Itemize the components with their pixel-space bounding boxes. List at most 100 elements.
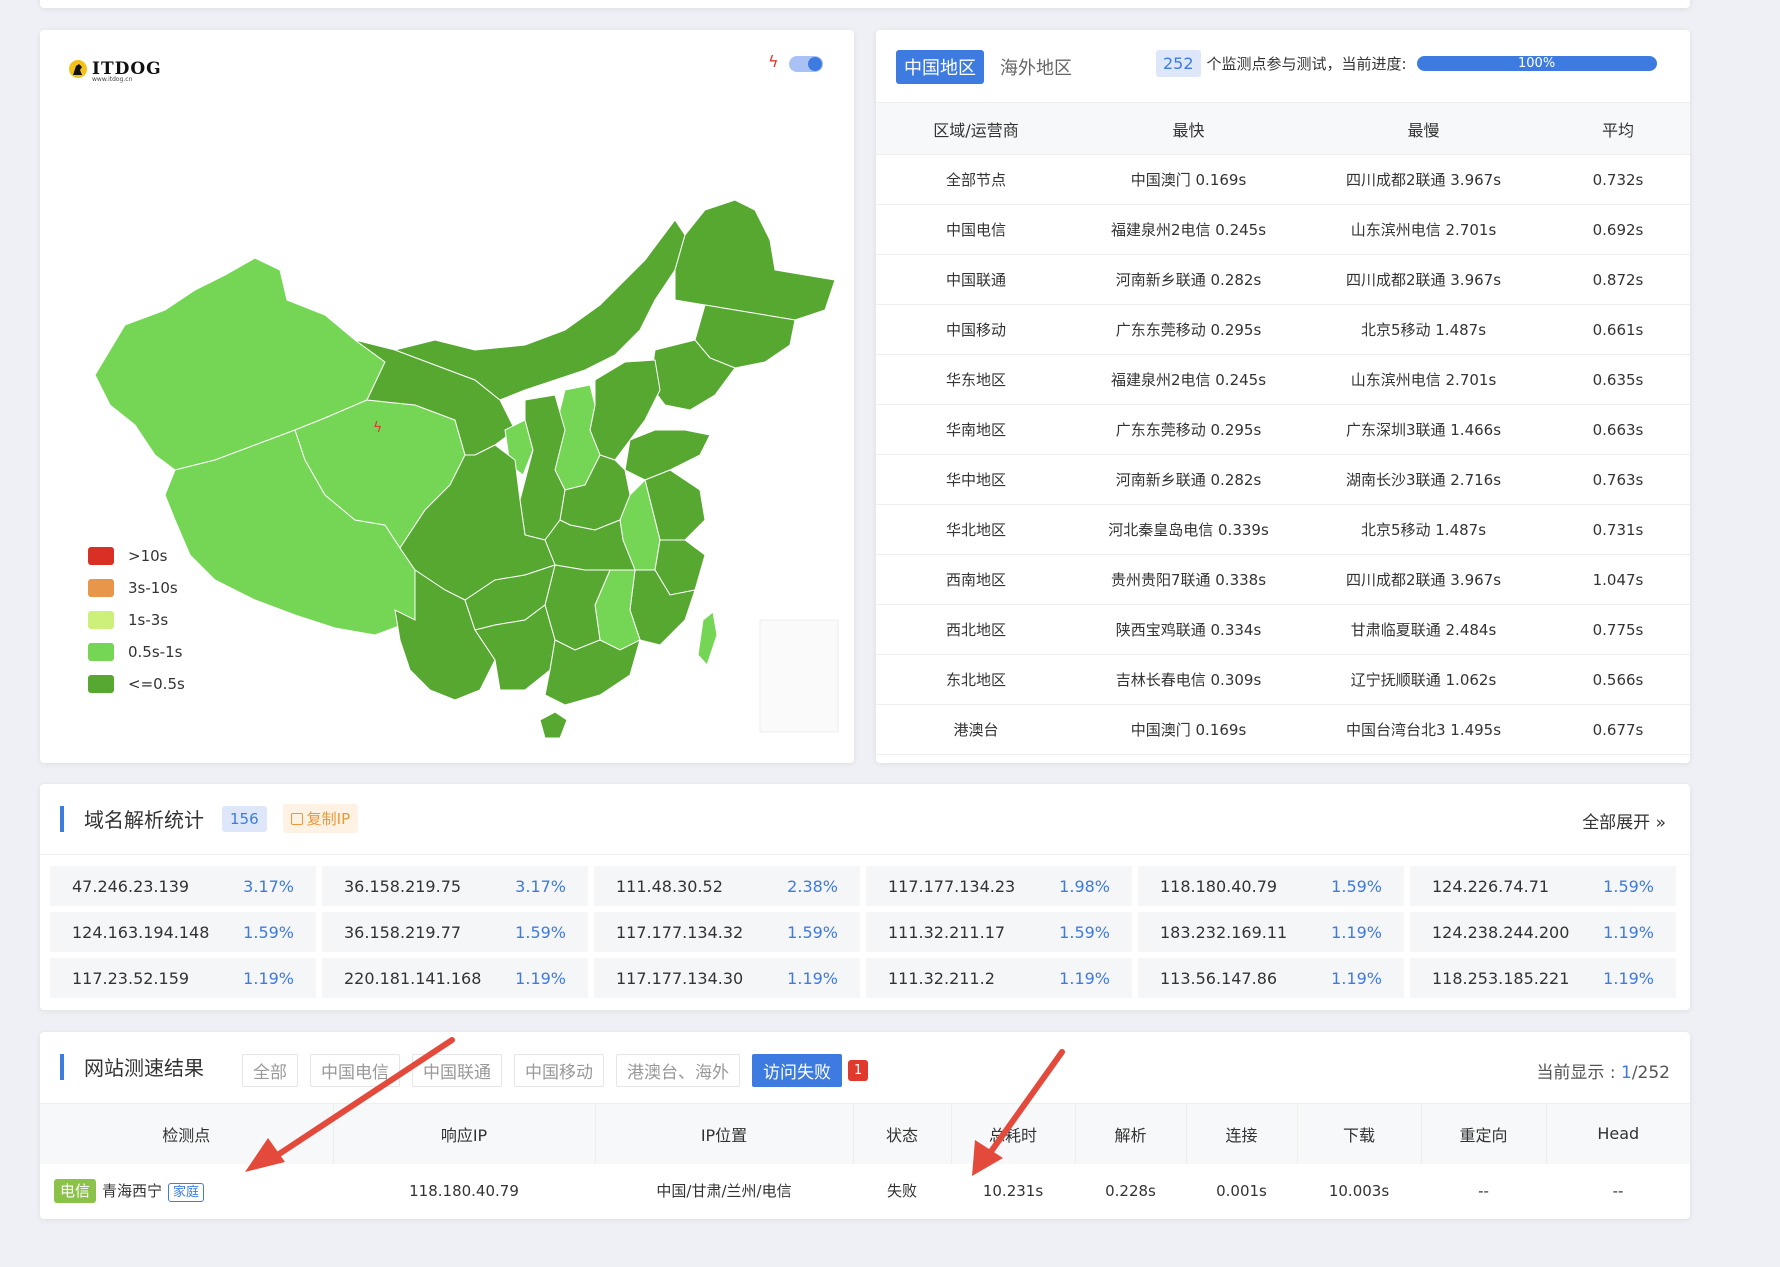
fastest-cell: 福建泉州2电信 0.245s: [1076, 354, 1301, 405]
dns-title: 域名解析统计: [84, 808, 204, 832]
dns-item[interactable]: 220.181.141.168 1.19%: [322, 958, 588, 998]
fastest-cell: 陕西宝鸡联通 0.334s: [1076, 604, 1301, 655]
dns-item[interactable]: 111.48.30.52 2.38%: [594, 866, 860, 906]
result-header: 网站测速结果: [60, 1052, 204, 1081]
dns-item[interactable]: 117.177.134.30 1.19%: [594, 958, 860, 998]
toggle-knob: [808, 57, 822, 71]
region-taiwan[interactable]: [697, 611, 718, 666]
filter-tabs: 全部 中国电信 中国联通 中国移动 港澳台、海外 访问失败 1: [242, 1054, 869, 1087]
slowest-cell: 广东深圳3联通 1.466s: [1301, 404, 1546, 455]
average-cell: 0.635s: [1546, 354, 1690, 405]
table-header-row: 区域/运营商 最快 最慢 平均: [876, 102, 1690, 155]
status: 失败: [886, 1182, 917, 1200]
dns-item[interactable]: 118.253.185.221 1.19%: [1410, 958, 1676, 998]
total-time: 10.231s: [982, 1181, 1044, 1200]
region-guangdong[interactable]: [544, 639, 641, 706]
table-row: 华东地区 福建泉州2电信 0.245s 山东滨州电信 2.701s 0.635s: [876, 354, 1690, 405]
home-tag: 家庭: [168, 1183, 205, 1202]
filter-all[interactable]: 全部: [242, 1054, 298, 1087]
dns-ip: 118.180.40.79: [1160, 876, 1278, 896]
dns-percent: 3.17%: [243, 876, 294, 896]
chevron-down-icon: »: [1655, 813, 1666, 833]
region-cell: 华南地区: [876, 404, 1076, 455]
tab-china[interactable]: 中国地区: [896, 50, 984, 84]
failed-count-badge: 1: [848, 1060, 869, 1081]
col-node: 检测点: [40, 1103, 334, 1164]
dns-percent: 1.59%: [1331, 876, 1382, 896]
region-cell: 中国电信: [876, 204, 1076, 255]
dns-item[interactable]: 111.32.211.17 1.59%: [866, 912, 1132, 952]
expand-all-label: 全部展开: [1582, 813, 1651, 833]
copy-ip-button[interactable]: 复制IP: [282, 804, 359, 833]
dns-item[interactable]: 111.32.211.2 1.19%: [866, 958, 1132, 998]
dns-item[interactable]: 118.180.40.79 1.59%: [1138, 866, 1404, 906]
dns-percent: 2.38%: [787, 876, 838, 896]
section-accent-bar: [60, 805, 64, 832]
node-cell: 电信 青海西宁 家庭: [40, 1164, 333, 1218]
region-heilongjiang[interactable]: [674, 199, 836, 321]
dns-percent: 1.59%: [787, 922, 838, 942]
average-cell: 0.775s: [1546, 604, 1690, 655]
region-cell: 东北地区: [876, 654, 1076, 705]
fastest-cell: 福建泉州2电信 0.245s: [1076, 204, 1301, 255]
slowest-cell: 四川成都2联通 3.967s: [1301, 554, 1546, 605]
previous-card-edge: [40, 0, 1690, 8]
dns-ip: 124.238.244.200: [1432, 922, 1570, 942]
region-cell: 华中地区: [876, 454, 1076, 505]
legend-item: 0.5s-1s: [88, 636, 185, 668]
dns-item[interactable]: 47.246.23.139 3.17%: [50, 866, 316, 906]
dns-percent: 1.59%: [515, 922, 566, 942]
slowest-cell: 北京5移动 1.487s: [1301, 304, 1546, 355]
table-row[interactable]: 电信 青海西宁 家庭 118.180.40.79 中国/甘肃/兰州/电信 失败 10…: [40, 1164, 1690, 1218]
slowest-cell: 甘肃临夏联通 2.484s: [1301, 604, 1546, 655]
dns-header: 域名解析统计 156 复制IP: [60, 804, 359, 833]
fastest-cell: 广东东莞移动 0.295s: [1076, 404, 1301, 455]
table-row: 西北地区 陕西宝鸡联通 0.334s 甘肃临夏联通 2.484s 0.775s: [876, 604, 1690, 655]
dns-item[interactable]: 117.23.52.159 1.19%: [50, 958, 316, 998]
slowest-cell: 中国台湾台北3 1.495s: [1301, 704, 1546, 755]
copy-ip-label: 复制IP: [306, 810, 351, 828]
itdog-logo: ITDOG www.itdog.cn: [68, 58, 162, 83]
dns-item[interactable]: 183.232.169.11 1.19%: [1138, 912, 1404, 952]
lightning-icon[interactable]: ϟ: [768, 52, 779, 71]
dns-item[interactable]: 124.238.244.200 1.19%: [1410, 912, 1676, 952]
dns-ip: 117.177.134.32: [616, 922, 744, 942]
redirect-time: --: [1478, 1181, 1489, 1200]
expand-all-button[interactable]: 全部展开 »: [1582, 808, 1666, 833]
legend-item: >10s: [88, 540, 185, 572]
dns-item[interactable]: 36.158.219.77 1.59%: [322, 912, 588, 952]
filter-mobile[interactable]: 中国移动: [514, 1054, 604, 1087]
dns-item[interactable]: 117.177.134.23 1.98%: [866, 866, 1132, 906]
dns-ip: 183.232.169.11: [1160, 922, 1288, 942]
dns-item[interactable]: 117.177.134.32 1.59%: [594, 912, 860, 952]
average-cell: 0.732s: [1546, 154, 1690, 205]
lightning-marker-icon: ϟ: [373, 420, 382, 436]
average-cell: 0.677s: [1546, 704, 1690, 755]
col-region: 区域/运营商: [876, 102, 1076, 155]
filter-telecom[interactable]: 中国电信: [310, 1054, 400, 1087]
filter-unicom[interactable]: 中国联通: [412, 1054, 502, 1087]
dns-ip: 113.56.147.86: [1160, 968, 1278, 988]
dns-percent: 1.19%: [243, 968, 294, 988]
dns-percent: 1.19%: [787, 968, 838, 988]
filter-failed[interactable]: 访问失败: [752, 1054, 842, 1087]
legend-label: 0.5s-1s: [128, 643, 183, 661]
dns-item[interactable]: 36.158.219.75 3.17%: [322, 866, 588, 906]
average-cell: 1.047s: [1546, 554, 1690, 605]
progress-text: 个监测点参与测试，当前进度:: [1206, 55, 1407, 73]
map-legend: >10s 3s-10s 1s-3s 0.5s-1s <=0.5s: [88, 540, 185, 700]
dns-time: 0.228s: [1105, 1181, 1156, 1200]
region-cell: 中国移动: [876, 304, 1076, 355]
tab-overseas[interactable]: 海外地区: [992, 50, 1080, 84]
dns-ip: 124.163.194.148: [72, 922, 210, 942]
dns-item[interactable]: 113.56.147.86 1.19%: [1138, 958, 1404, 998]
region-hainan[interactable]: [539, 711, 568, 739]
logo-subtext: www.itdog.cn: [92, 76, 133, 83]
filter-overseas[interactable]: 港澳台、海外: [616, 1054, 740, 1087]
dns-item[interactable]: 124.226.74.71 1.59%: [1410, 866, 1676, 906]
table-row: 华北地区 河北秦皇岛电信 0.339s 北京5移动 1.487s 0.731s: [876, 504, 1690, 555]
slowest-cell: 湖南长沙3联通 2.716s: [1301, 454, 1546, 505]
col-average: 平均: [1546, 102, 1690, 155]
map-toggle[interactable]: [789, 56, 823, 72]
dns-item[interactable]: 124.163.194.148 1.59%: [50, 912, 316, 952]
